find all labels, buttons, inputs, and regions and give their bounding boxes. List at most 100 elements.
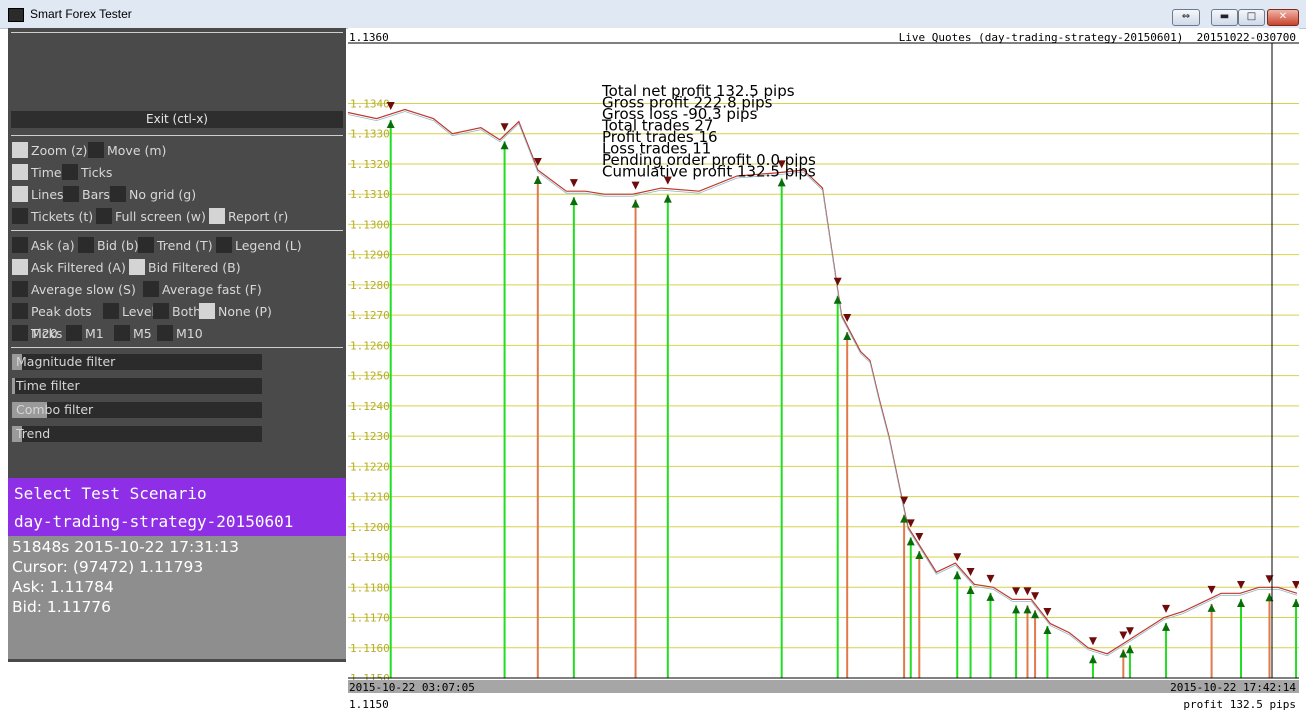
option-toggle[interactable]: M10 [157,325,203,342]
option-toggle[interactable]: Both [153,303,201,320]
checkbox-icon[interactable] [12,259,28,275]
option-label: M5 [133,326,152,341]
option-toggle[interactable]: Bars [63,186,110,203]
option-label: Bid Filtered (B) [148,260,241,275]
x-end-label: 2015-10-22 17:42:14 [1170,681,1296,694]
option-toggle[interactable]: Ticks [62,164,112,181]
option-toggle[interactable]: Average slow (S) [12,281,136,298]
option-toggle[interactable]: Peak dots [12,303,92,320]
option-toggle[interactable]: Average fast (F) [143,281,262,298]
checkbox-icon[interactable] [62,164,78,180]
chart-area[interactable]: 1.1340 1.1330 1.1320 1.1310 1.1300 1.1290 1.12… [347,28,1301,713]
panel-spacer [8,662,346,713]
checkbox-icon[interactable] [12,208,28,224]
option-toggle[interactable]: Move (m) [88,142,166,159]
option-toggle[interactable]: M1 [66,325,104,342]
checkbox-icon[interactable] [12,281,28,297]
divider [11,32,343,33]
y-tick-label: 1.1200 [350,521,390,534]
checkbox-icon[interactable] [12,164,28,180]
filter-slider[interactable]: Combo filter [12,402,262,418]
option-label: Report (r) [228,209,289,224]
option-label: Both [172,304,202,319]
y-tick-label: 1.1270 [350,309,390,322]
scenario-name: day-trading-strategy-20150601 [14,512,294,531]
checkbox-icon[interactable] [129,259,145,275]
bottom-left-label: 1.1150 [349,698,389,711]
option-toggle[interactable]: Bid (b) [78,237,139,254]
exit-button[interactable]: Exit (ctl-x) [11,111,343,128]
stat-line: Cumulative profit 132.5 pips [602,163,816,181]
option-toggle[interactable]: Ask (a) [12,237,75,254]
option-label: Legend (L) [235,238,302,253]
checkbox-icon[interactable] [103,303,119,319]
filter-slider[interactable]: Time filter [12,378,262,394]
checkbox-icon[interactable] [114,325,130,341]
control-panel: Exit (ctl-x) Zoom (z) Move (m) Time Ticks Li… [8,28,346,713]
option-toggle[interactable]: Zoom (z) [12,142,87,159]
checkbox-icon[interactable] [63,186,79,202]
option-label: Bid (b) [97,238,139,253]
option-label: M10 [176,326,203,341]
checkbox-icon[interactable] [143,281,159,297]
checkbox-icon[interactable] [216,237,232,253]
option-label: Time [31,165,62,180]
close-button[interactable]: ✕ [1267,9,1299,26]
y-tick-label: 1.1260 [350,339,390,352]
minimize-button[interactable]: ▬ [1211,9,1238,26]
restore-size-icon[interactable]: ⇔ [1172,9,1200,26]
option-label: Average fast (F) [162,282,262,297]
option-toggle[interactable]: Lines [12,186,64,203]
checkbox-icon[interactable] [12,186,28,202]
option-toggle[interactable]: M5 [114,325,152,342]
y-tick-label: 1.1210 [350,491,390,504]
checkbox-icon[interactable] [12,237,28,253]
y-tick-label: 1.1300 [350,218,390,231]
filter-slider[interactable]: Magnitude filter [12,354,262,370]
option-toggle[interactable]: Legend (L) [216,237,302,254]
option-label: Move (m) [107,143,167,158]
scenario-selector[interactable]: Select Test Scenario day-trading-strateg… [8,478,346,536]
info-panel: 51848s 2015-10-22 17:31:13 Cursor: (9747… [8,536,346,659]
checkbox-icon[interactable] [12,303,28,319]
filter-slider[interactable]: Trend [12,426,262,442]
option-label: Average slow (S) [31,282,136,297]
y-tick-label: 1.1240 [350,400,390,413]
title-bar[interactable]: Smart Forex Tester ⇔ ▬ □ ✕ [0,0,1306,29]
checkbox-icon[interactable] [199,303,215,319]
app-window: Smart Forex Tester ⇔ ▬ □ ✕ Exit (ctl-x) … [0,0,1306,719]
option-toggle[interactable]: Ask Filtered (A) [12,259,126,276]
y-tick-label: 1.1220 [350,460,390,473]
option-toggle[interactable]: Full screen (w) [96,208,206,225]
option-toggle[interactable]: Time [12,164,62,181]
price-chart[interactable]: 1.1340 1.1330 1.1320 1.1310 1.1300 1.1290 1.12… [347,28,1301,713]
option-toggle[interactable]: M20 [12,325,58,342]
option-label: Zoom (z) [31,143,88,158]
option-toggle[interactable]: Bid Filtered (B) [129,259,241,276]
checkbox-icon[interactable] [12,142,28,158]
option-toggle[interactable]: Report (r) [209,208,288,225]
checkbox-icon[interactable] [209,208,225,224]
option-toggle[interactable]: Tickets (t) [12,208,93,225]
divider [11,347,343,348]
option-toggle[interactable]: Trend (T) [138,237,213,254]
y-tick-label: 1.1340 [350,97,390,110]
option-toggle[interactable]: No grid (g) [110,186,196,203]
checkbox-icon[interactable] [157,325,173,341]
checkbox-icon[interactable] [66,325,82,341]
checkbox-icon[interactable] [138,237,154,253]
app-icon [8,8,24,22]
maximize-button[interactable]: □ [1238,9,1265,26]
checkbox-icon[interactable] [78,237,94,253]
y-tick-label: 1.1180 [350,581,390,594]
checkbox-icon[interactable] [12,325,28,341]
checkbox-icon[interactable] [96,208,112,224]
checkbox-icon[interactable] [88,142,104,158]
checkbox-icon[interactable] [110,186,126,202]
info-time: 51848s 2015-10-22 17:31:13 [12,538,239,556]
y-tick-label: 1.1230 [350,430,390,443]
option-toggle[interactable]: None (P) [199,303,272,320]
y-tick-label: 1.1330 [350,128,390,141]
scenario-header[interactable]: Select Test Scenario [14,484,207,503]
checkbox-icon[interactable] [153,303,169,319]
